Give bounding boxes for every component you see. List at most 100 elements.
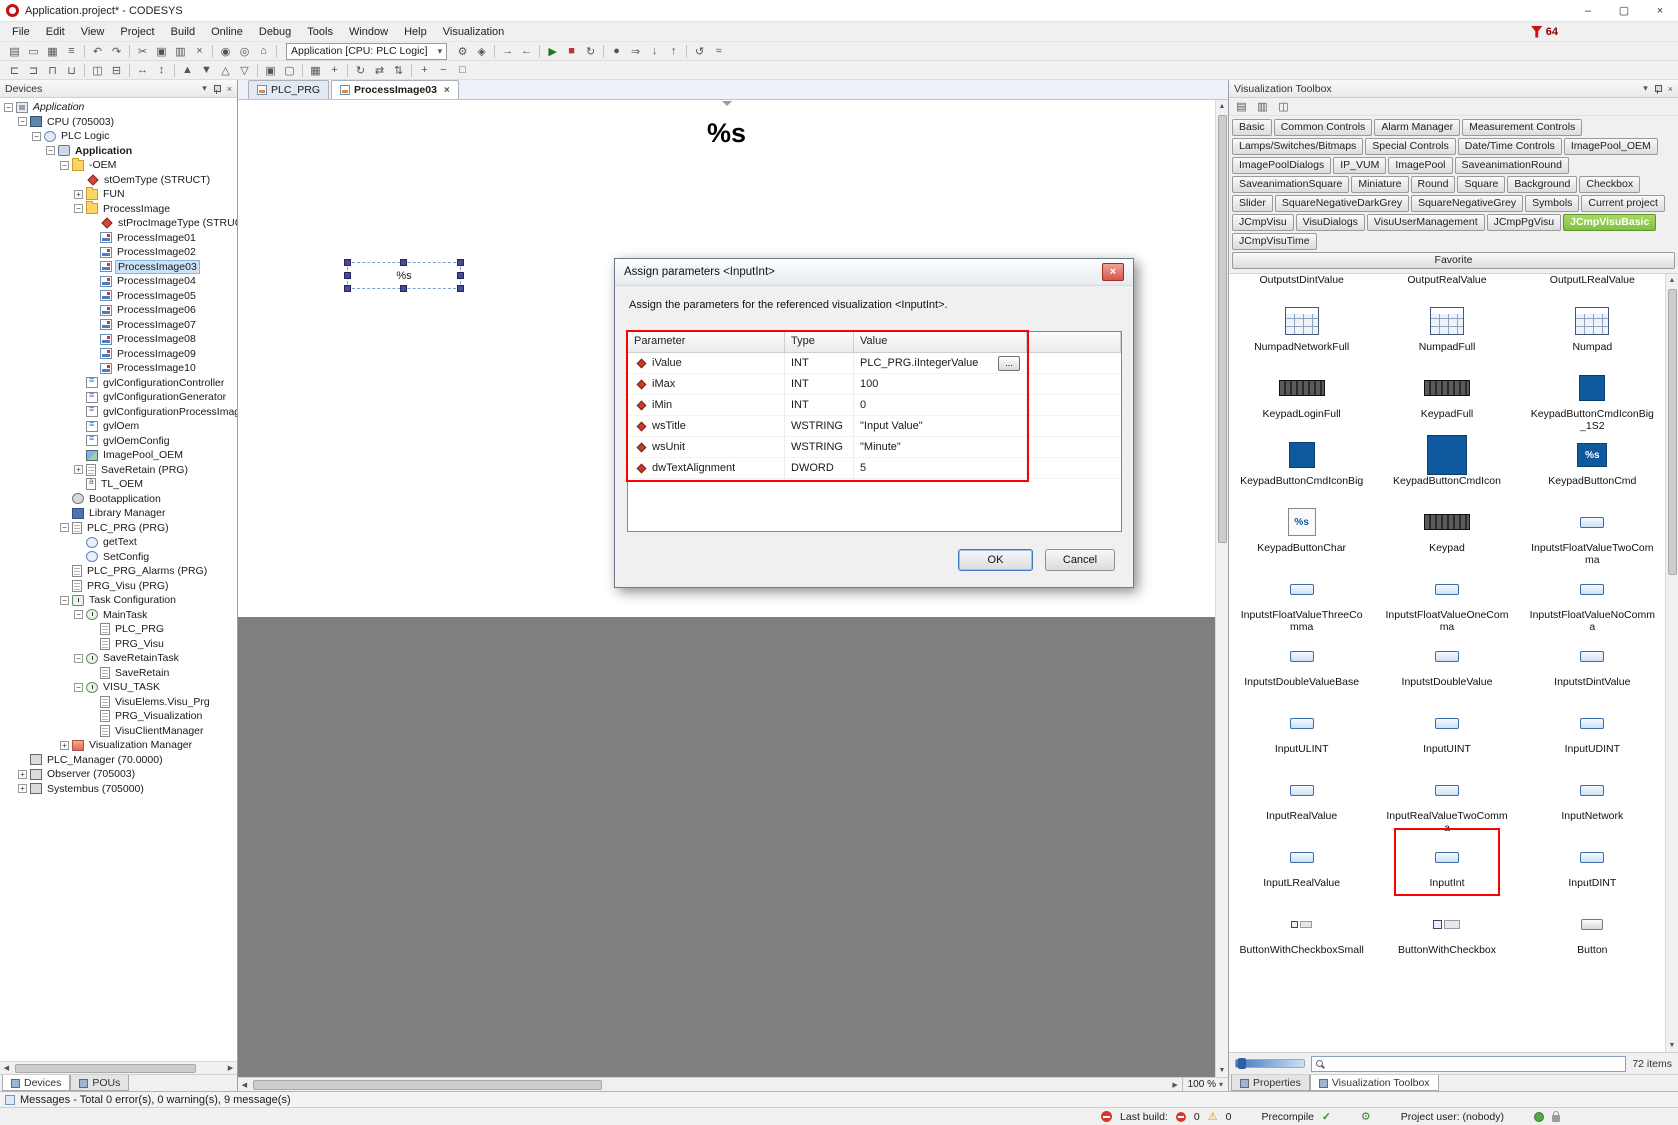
tree-item-processimage08[interactable]: ProcessImage08 bbox=[0, 332, 237, 347]
selection-handle[interactable] bbox=[400, 259, 407, 266]
tree-item-task-configuration[interactable]: −Task Configuration bbox=[0, 593, 237, 608]
tree-item-processimage02[interactable]: ProcessImage02 bbox=[0, 245, 237, 260]
editor-vertical-scrollbar[interactable]: ▲ ▼ bbox=[1215, 100, 1228, 1077]
expand-icon[interactable]: + bbox=[74, 465, 83, 474]
selected-visu-element[interactable]: %s bbox=[347, 262, 461, 289]
tree-item-visualization-manager[interactable]: +Visualization Manager bbox=[0, 738, 237, 753]
tree-item-visu-task[interactable]: −VISU_TASK bbox=[0, 680, 237, 695]
toolbox-item-inputdint[interactable]: InputDINT bbox=[1520, 834, 1665, 901]
tree-item-gvloem[interactable]: gvlOem bbox=[0, 419, 237, 434]
category-alarm-manager[interactable]: Alarm Manager bbox=[1374, 119, 1460, 136]
login-button[interactable]: → bbox=[498, 43, 517, 60]
close-button[interactable]: × bbox=[1642, 0, 1678, 21]
bring-to-front-button[interactable]: ▲ bbox=[178, 62, 197, 79]
tree-item-processimage03[interactable]: ProcessImage03 bbox=[0, 260, 237, 275]
delete-button[interactable]: × bbox=[190, 43, 209, 60]
stop-button[interactable]: ■ bbox=[562, 43, 581, 60]
toolbox-item-outputrealvalue[interactable]: OutputRealValue bbox=[1374, 274, 1519, 298]
collapse-icon[interactable]: − bbox=[74, 204, 83, 213]
toolbox-item-button[interactable]: Button bbox=[1520, 901, 1665, 968]
toolbox-item-keypadfull[interactable]: KeypadFull bbox=[1374, 365, 1519, 432]
category-checkbox[interactable]: Checkbox bbox=[1579, 176, 1640, 193]
new-file-button[interactable]: ▤ bbox=[5, 43, 24, 60]
tree-item-oem[interactable]: −-OEM bbox=[0, 158, 237, 173]
build-button[interactable]: ⚙ bbox=[453, 43, 472, 60]
make-same-width-button[interactable]: ↔ bbox=[133, 62, 152, 79]
tab-devices[interactable]: Devices bbox=[2, 1075, 70, 1091]
ok-button[interactable]: OK bbox=[958, 549, 1033, 571]
parameter-row-ivalue[interactable]: iValueINTPLC_PRG.iIntegerValue... bbox=[628, 353, 1121, 374]
toolbox-item-keypadbuttonchar[interactable]: %sKeypadButtonChar bbox=[1229, 499, 1374, 566]
align-right-button[interactable]: ⊐ bbox=[24, 62, 43, 79]
tree-item-gettext[interactable]: getText bbox=[0, 535, 237, 550]
collapse-icon[interactable]: − bbox=[60, 161, 69, 170]
messages-bar[interactable]: Messages - Total 0 error(s), 0 warning(s… bbox=[0, 1091, 1678, 1107]
category-symbols[interactable]: Symbols bbox=[1525, 195, 1579, 212]
toolbox-item-inputstdoublevalue[interactable]: InputstDoubleValue bbox=[1374, 633, 1519, 700]
category-jcmpvisubasic[interactable]: JCmpVisuBasic bbox=[1563, 214, 1656, 231]
toolbox-item-keypadloginfull[interactable]: KeypadLoginFull bbox=[1229, 365, 1374, 432]
icon-size-slider[interactable] bbox=[1235, 1059, 1305, 1068]
selection-handle[interactable] bbox=[400, 285, 407, 292]
tree-item-plc-prg-alarms-prg[interactable]: PLC_PRG_Alarms (PRG) bbox=[0, 564, 237, 579]
category-date-time-controls[interactable]: Date/Time Controls bbox=[1458, 138, 1562, 155]
start-button[interactable]: ▶ bbox=[543, 43, 562, 60]
tree-item-setconfig[interactable]: SetConfig bbox=[0, 550, 237, 565]
tree-item-visuelems-visu-prg[interactable]: VisuElems.Visu_Prg bbox=[0, 695, 237, 710]
category-imagepool-oem[interactable]: ImagePool_OEM bbox=[1564, 138, 1658, 155]
tree-item-plc-logic[interactable]: −PLC Logic bbox=[0, 129, 237, 144]
breakpoint-button[interactable]: ● bbox=[607, 43, 626, 60]
save-project-button[interactable]: ▦ bbox=[43, 43, 62, 60]
toolbox-item-inputrealvaluetwocomma[interactable]: InputRealValueTwoComma bbox=[1374, 767, 1519, 834]
selection-handle[interactable] bbox=[457, 259, 464, 266]
flow-control-button[interactable]: ≈ bbox=[709, 43, 728, 60]
toolbox-item-buttonwithcheckbox[interactable]: ButtonWithCheckbox bbox=[1374, 901, 1519, 968]
tree-item-application[interactable]: −Application bbox=[0, 144, 237, 159]
snap-to-grid-button[interactable]: + bbox=[325, 62, 344, 79]
undo-button[interactable]: ↶ bbox=[88, 43, 107, 60]
toolbox-item-inputint[interactable]: InputInt bbox=[1374, 834, 1519, 901]
zoom-control[interactable]: 100 % ▾ bbox=[1182, 1078, 1228, 1091]
category-slider[interactable]: Slider bbox=[1232, 195, 1273, 212]
category-ip-vum[interactable]: IP_VUM bbox=[1333, 157, 1386, 174]
close-icon[interactable]: × bbox=[444, 85, 450, 96]
category-lamps-switches-bitmaps[interactable]: Lamps/Switches/Bitmaps bbox=[1232, 138, 1363, 155]
tree-item-prg-visu[interactable]: PRG_Visu bbox=[0, 637, 237, 652]
send-to-back-button[interactable]: ▼ bbox=[197, 62, 216, 79]
zoom-in-button[interactable]: + bbox=[415, 62, 434, 79]
tree-item-stprocimagetype-struct[interactable]: stProcImageType (STRUCT) bbox=[0, 216, 237, 231]
tree-item-processimage10[interactable]: ProcessImage10 bbox=[0, 361, 237, 376]
tree-item-gvlconfigurationcontroller[interactable]: gvlConfigurationController bbox=[0, 376, 237, 391]
collapse-icon[interactable]: − bbox=[60, 523, 69, 532]
category-favorite[interactable]: Favorite bbox=[1232, 252, 1675, 269]
menu-file[interactable]: File bbox=[4, 24, 38, 40]
parameter-row-wstitle[interactable]: wsTitleWSTRING"Input Value" bbox=[628, 416, 1121, 437]
devices-horizontal-scrollbar[interactable]: ◀ ▶ bbox=[0, 1061, 237, 1074]
tree-item-processimage01[interactable]: ProcessImage01 bbox=[0, 231, 237, 246]
menu-window[interactable]: Window bbox=[341, 24, 396, 40]
zoom-out-button[interactable]: − bbox=[434, 62, 453, 79]
selection-handle[interactable] bbox=[457, 285, 464, 292]
toolbox-item-keypadbuttoncmdiconbig[interactable]: KeypadButtonCmdIconBig bbox=[1229, 432, 1374, 499]
zoom-100-button[interactable]: □ bbox=[453, 62, 472, 79]
view-list-button[interactable]: ▤ bbox=[1232, 99, 1251, 114]
expand-icon[interactable]: + bbox=[74, 190, 83, 199]
collapse-icon[interactable]: − bbox=[74, 683, 83, 692]
tree-item-saveretaintask[interactable]: −SaveRetainTask bbox=[0, 651, 237, 666]
redo-button[interactable]: ↷ bbox=[107, 43, 126, 60]
step-out-button[interactable]: ↑ bbox=[664, 43, 683, 60]
category-measurement-controls[interactable]: Measurement Controls bbox=[1462, 119, 1582, 136]
toolbox-item-inputstfloatvalueonecomma[interactable]: InputstFloatValueOneComma bbox=[1374, 566, 1519, 633]
scroll-right-icon[interactable]: ▶ bbox=[224, 1064, 237, 1072]
browse-button[interactable]: ... bbox=[998, 356, 1020, 371]
scroll-left-icon[interactable]: ◀ bbox=[0, 1064, 13, 1072]
toolbox-item-inputrealvalue[interactable]: InputRealValue bbox=[1229, 767, 1374, 834]
grid-button[interactable]: ▦ bbox=[306, 62, 325, 79]
center-horizontal-button[interactable]: ◫ bbox=[88, 62, 107, 79]
toolbox-item-inputulint[interactable]: InputULINT bbox=[1229, 700, 1374, 767]
tree-item-imagepool-oem[interactable]: ImagePool_OEM bbox=[0, 448, 237, 463]
chevron-down-icon[interactable]: ▾ bbox=[202, 83, 207, 94]
close-icon[interactable]: × bbox=[1668, 84, 1673, 94]
logout-button[interactable]: ← bbox=[517, 43, 536, 60]
expand-icon[interactable]: + bbox=[18, 770, 27, 779]
